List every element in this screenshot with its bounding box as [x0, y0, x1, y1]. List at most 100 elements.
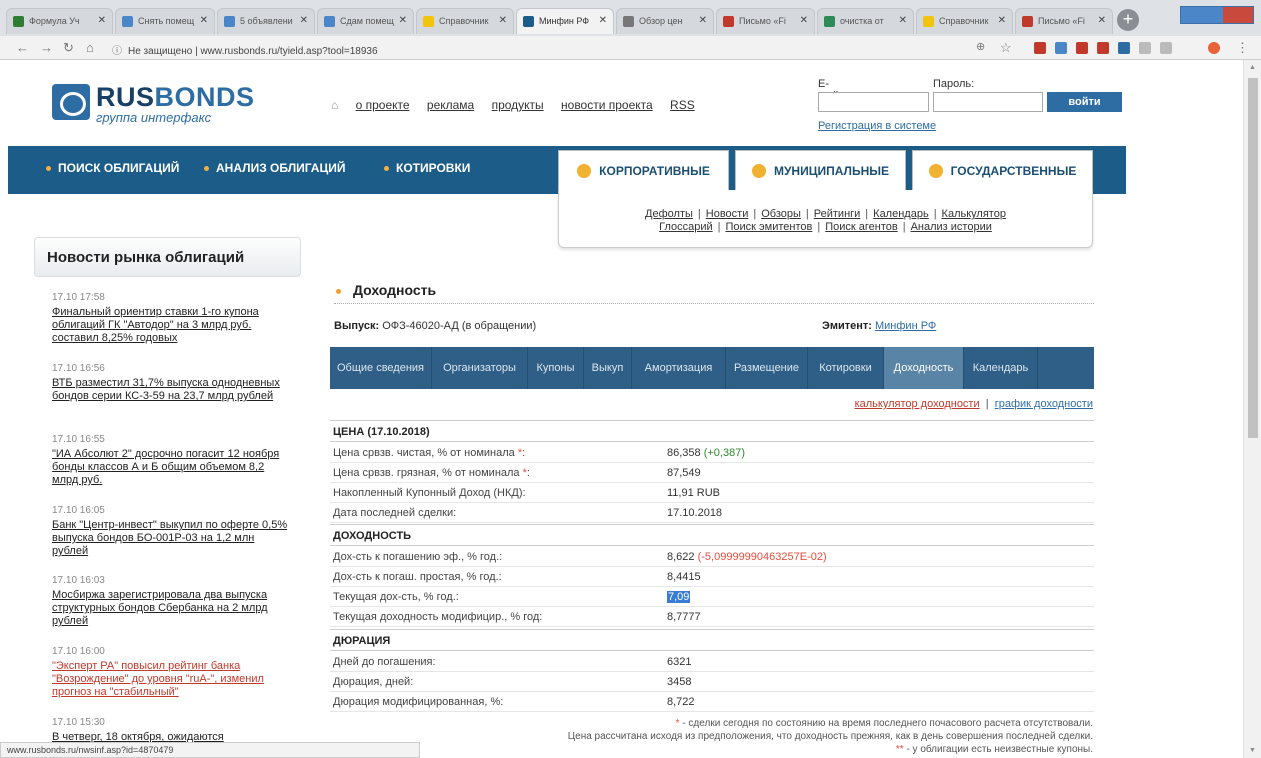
browser-tab[interactable]: Формула Уч ✕ [6, 8, 113, 34]
email-field[interactable] [818, 92, 929, 112]
tab-organizers[interactable]: Организаторы [432, 347, 528, 389]
browser-tab[interactable]: Сдам помещ ✕ [317, 8, 414, 34]
news-link[interactable]: Мосбиржа зарегистрировала два выпуска ст… [52, 589, 268, 627]
news-link[interactable]: Банк "Центр-инвест" выкупил по оферте 0,… [52, 519, 287, 557]
submenu-defaults[interactable]: Дефолты [645, 208, 693, 220]
close-tab-icon[interactable]: ✕ [499, 15, 507, 26]
password-label: Пароль: [933, 78, 975, 90]
close-tab-icon[interactable]: ✕ [200, 15, 208, 26]
tab-coupons[interactable]: Купоны [528, 347, 584, 389]
extension-icon[interactable] [1055, 42, 1067, 54]
profile-avatar[interactable] [1208, 42, 1220, 54]
close-tab-icon[interactable]: ✕ [300, 15, 308, 26]
tab-favicon-icon [723, 16, 734, 27]
browser-tab[interactable]: Обзор цен ✕ [616, 8, 714, 34]
extension-icon[interactable] [1097, 42, 1109, 54]
extension-icon[interactable] [1160, 42, 1172, 54]
news-link[interactable]: Финальный ориентир ставки 1-го купона об… [52, 306, 259, 344]
nav-search-bonds[interactable]: ПОИСК ОБЛИГАЦИЙ [46, 161, 179, 175]
forward-arrow-icon[interactable]: → [40, 40, 53, 55]
extension-icon[interactable] [1076, 42, 1088, 54]
submenu-calculator[interactable]: Калькулятор [942, 208, 1006, 220]
url-field[interactable]: ⓘ Не защищено | www.rusbonds.ru/tyield.as… [112, 39, 1072, 57]
tab-amortization[interactable]: Амортизация [632, 347, 726, 389]
news-heading: Новости рынка облигаций [34, 237, 301, 277]
browser-tab[interactable]: Письмо «Fi ✕ [716, 8, 815, 34]
close-tab-icon[interactable]: ✕ [1098, 15, 1106, 26]
tab-quotes[interactable]: Котировки [808, 347, 884, 389]
section-yield-heading: ДОХОДНОСТЬ [330, 524, 1094, 546]
browser-tab[interactable]: Справочник ✕ [416, 8, 514, 34]
yield-chart-link[interactable]: график доходности [995, 398, 1093, 410]
news-link[interactable]: "ИА Абсолют 2" досрочно погасит 12 ноябр… [52, 448, 279, 486]
extension-icon[interactable] [1118, 42, 1130, 54]
bookmark-star-icon[interactable]: ☆ [1000, 40, 1012, 56]
vertical-scrollbar[interactable]: ▲ ▼ [1243, 60, 1261, 758]
nav-link-rss[interactable]: RSS [670, 98, 695, 112]
nav-link-products[interactable]: продукты [492, 98, 544, 112]
tab-corporate[interactable]: КОРПОРАТИВНЫЕ [558, 150, 729, 190]
browser-tab[interactable]: 5 объявлени ✕ [217, 8, 315, 34]
browser-tab[interactable]: очистка от ✕ [817, 8, 914, 34]
close-tab-icon[interactable]: ✕ [699, 15, 707, 26]
close-tab-icon[interactable]: ✕ [599, 15, 607, 26]
news-link[interactable]: ВТБ разместил 31,7% выпуска однодневных … [52, 377, 280, 402]
submenu-glossary[interactable]: Глоссарий [659, 221, 713, 233]
new-tab-button[interactable]: + [1117, 9, 1139, 31]
issuer-link[interactable]: Минфин РФ [875, 320, 936, 332]
close-tab-icon[interactable]: ✕ [800, 15, 808, 26]
info-icon[interactable]: ⓘ [112, 46, 122, 57]
scroll-down-icon[interactable]: ▼ [1249, 747, 1256, 754]
password-field[interactable] [933, 92, 1043, 112]
extension-icon[interactable] [1139, 42, 1151, 54]
nav-link-news[interactable]: новости проекта [561, 98, 653, 112]
home-icon[interactable]: ⌂ [331, 98, 338, 112]
close-tab-icon[interactable]: ✕ [899, 15, 907, 26]
submenu-agent-search[interactable]: Поиск агентов [825, 221, 898, 233]
tab-calendar[interactable]: Календарь [964, 347, 1038, 389]
extension-icon[interactable] [1034, 42, 1046, 54]
issuer-info: Эмитент: Минфин РФ [822, 320, 937, 332]
close-tab-icon[interactable]: ✕ [399, 15, 407, 26]
tab-favicon-icon [13, 16, 24, 27]
submenu-reviews[interactable]: Обзоры [761, 208, 801, 220]
tab-municipal[interactable]: МУНИЦИПАЛЬНЫЕ [735, 150, 906, 190]
window-close-icon[interactable] [1223, 7, 1253, 23]
reload-icon[interactable]: ↻ [63, 40, 74, 56]
tab-government[interactable]: ГОСУДАРСТВЕННЫЕ [912, 150, 1093, 190]
news-link[interactable]: "Эксперт РА" повысил рейтинг банка "Возр… [52, 660, 264, 698]
window-controls[interactable] [1180, 6, 1254, 24]
browser-tab-active[interactable]: Минфин РФ ✕ [516, 8, 614, 34]
login-button[interactable]: войти [1047, 92, 1122, 112]
submenu-history-analysis[interactable]: Анализ истории [911, 221, 992, 233]
scroll-up-icon[interactable]: ▲ [1249, 64, 1256, 71]
submenu-news[interactable]: Новости [706, 208, 749, 220]
tab-general[interactable]: Общие сведения [330, 347, 432, 389]
register-link[interactable]: Регистрация в системе [818, 120, 936, 132]
menu-dots-icon[interactable]: ⋮ [1236, 40, 1249, 56]
browser-tab[interactable]: Письмо «Fi ✕ [1015, 8, 1113, 34]
submenu-calendar[interactable]: Календарь [873, 208, 929, 220]
nav-link-ads[interactable]: реклама [427, 98, 474, 112]
submenu-issuer-search[interactable]: Поиск эмитентов [726, 221, 813, 233]
scrollbar-thumb[interactable] [1248, 78, 1258, 438]
tab-favicon-icon [324, 16, 335, 27]
list-item: 17.10 15:30 В четверг, 18 октября, ожидаю… [52, 717, 224, 743]
tab-placement[interactable]: Размещение [726, 347, 808, 389]
tab-buyback[interactable]: Выкуп [584, 347, 632, 389]
browser-tab[interactable]: Снять помещ ✕ [115, 8, 215, 34]
nav-quotes[interactable]: КОТИРОВКИ [384, 161, 470, 175]
back-arrow-icon[interactable]: ← [16, 40, 29, 55]
submenu-ratings[interactable]: Рейтинги [814, 208, 861, 220]
nav-analyze-bonds[interactable]: АНАЛИЗ ОБЛИГАЦИЙ [204, 161, 345, 175]
zoom-icon[interactable]: ⊕ [976, 40, 985, 53]
close-tab-icon[interactable]: ✕ [998, 15, 1006, 26]
home-icon[interactable]: ⌂ [86, 40, 94, 55]
close-tab-icon[interactable]: ✕ [98, 15, 106, 26]
site-logo[interactable]: RUSBONDS группа интерфакс [52, 82, 282, 125]
tab-yield[interactable]: Доходность [884, 347, 964, 389]
nav-link-about[interactable]: о проекте [356, 98, 410, 112]
yield-calculator-link[interactable]: калькулятор доходности [855, 398, 980, 410]
selected-text[interactable]: 7,09 [667, 591, 691, 603]
browser-tab[interactable]: Справочник ✕ [916, 8, 1013, 34]
